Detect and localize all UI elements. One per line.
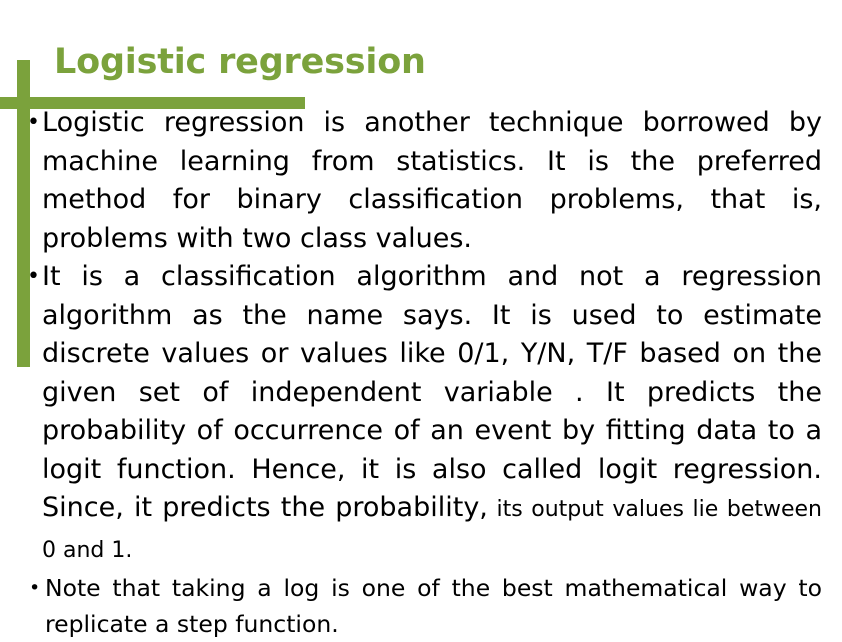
slide-body: Logistic regression is another technique… bbox=[24, 104, 822, 642]
bullet-item-2-main: It is a classification algorithm and not… bbox=[42, 261, 822, 523]
bullet-item-2: It is a classification algorithm and not… bbox=[24, 258, 822, 570]
bullet-item-3: Note that taking a log is one of the bes… bbox=[24, 570, 822, 642]
slide-canvas: Logistic regression Logistic regression … bbox=[0, 0, 842, 638]
slide-title: Logistic regression bbox=[54, 42, 426, 82]
bullet-item-1: Logistic regression is another technique… bbox=[24, 104, 822, 258]
